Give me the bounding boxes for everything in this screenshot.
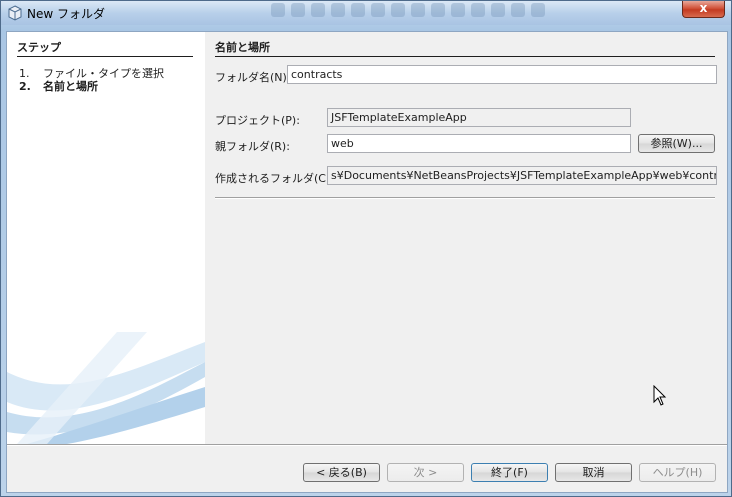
- cancel-button[interactable]: 取消: [555, 463, 632, 482]
- background-toolbar-ghost: [271, 3, 611, 21]
- folder-name-label: フォルダ名(N):: [215, 71, 291, 84]
- parent-folder-input[interactable]: web: [327, 134, 631, 153]
- created-folder-field: s¥Documents¥NetBeansProjects¥JSFTemplate…: [327, 166, 717, 185]
- back-button[interactable]: < 戻る(B): [303, 463, 380, 482]
- dialog-client: ステップ 1. ファイル・タイプを選択 2. 名前と場所 名前と場所 フォルダ名(N…: [6, 31, 728, 493]
- name-location-panel: 名前と場所 フォルダ名(N): contracts プロジェクト(P): JSF…: [205, 32, 727, 444]
- created-folder-label: 作成されるフォルダ(C):: [215, 172, 334, 185]
- window-title: New フォルダ: [27, 7, 105, 21]
- step-label: 名前と場所: [43, 80, 98, 93]
- steps-panel: ステップ 1. ファイル・タイプを選択 2. 名前と場所: [7, 32, 205, 444]
- netbeans-cube-icon: [8, 5, 22, 21]
- decorative-swoosh-graphic: [7, 332, 205, 444]
- mouse-pointer-icon: [653, 385, 667, 406]
- browse-button[interactable]: 参照(W)...: [638, 134, 715, 153]
- folder-name-input[interactable]: contracts: [287, 65, 717, 84]
- help-button[interactable]: ヘルプ(H): [639, 463, 716, 482]
- steps-title: ステップ: [17, 39, 193, 57]
- step-number: 2.: [19, 80, 31, 93]
- next-button[interactable]: 次 >: [387, 463, 464, 482]
- project-field: JSFTemplateExampleApp: [327, 108, 631, 127]
- parent-folder-label: 親フォルダ(R):: [215, 140, 290, 153]
- project-label: プロジェクト(P):: [215, 114, 300, 127]
- finish-button[interactable]: 終了(F): [471, 463, 548, 482]
- section-title: 名前と場所: [215, 39, 715, 57]
- created-folder-path: s¥Documents¥NetBeansProjects¥JSFTemplate…: [331, 169, 717, 182]
- title-bar[interactable]: New フォルダ x: [1, 1, 731, 25]
- dialog-window: New フォルダ x ステップ 1. ファイル・タイプを選択 2. 名前と場所 名前…: [0, 0, 732, 497]
- button-bar-separator: [7, 444, 727, 446]
- close-button[interactable]: x: [682, 1, 725, 18]
- step-item-2: 2. 名前と場所: [19, 78, 98, 94]
- separator: [215, 197, 715, 199]
